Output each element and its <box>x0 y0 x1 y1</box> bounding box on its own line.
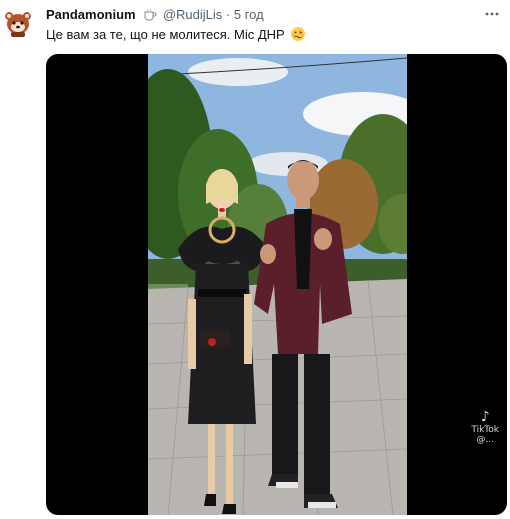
video-frame-image <box>148 54 407 515</box>
more-options-icon[interactable] <box>484 6 500 22</box>
avatar[interactable] <box>3 8 33 38</box>
tiktok-watermark: ♪ TikTok @... <box>471 409 499 445</box>
author-name[interactable]: Pandamonium <box>46 7 136 22</box>
timestamp[interactable]: 5 год <box>234 7 264 22</box>
woozy-face-icon <box>290 26 306 47</box>
red-panda-avatar-icon <box>5 12 31 37</box>
separator-dot: · <box>225 7 231 22</box>
tweet-header: Pandamonium @RudijLis · 5 год <box>46 6 470 24</box>
author-handle[interactable]: @RudijLis <box>163 7 222 22</box>
tweet-text-block: Це вам за те, що не молитеся. Міс ДНР <box>46 26 306 47</box>
media-video[interactable]: ♪ TikTok @... <box>46 54 507 515</box>
tiktok-logo-text: TikTok <box>471 425 499 435</box>
tweet[interactable]: Pandamonium @RudijLis · 5 год Це вам за … <box>0 0 510 519</box>
coffee-cup-icon <box>143 8 157 26</box>
tiktok-logo-icon: ♪ <box>480 409 490 425</box>
tiktok-handle: @... <box>476 435 494 445</box>
tweet-text: Це вам за те, що не молитеся. Міс ДНР <box>46 27 285 42</box>
